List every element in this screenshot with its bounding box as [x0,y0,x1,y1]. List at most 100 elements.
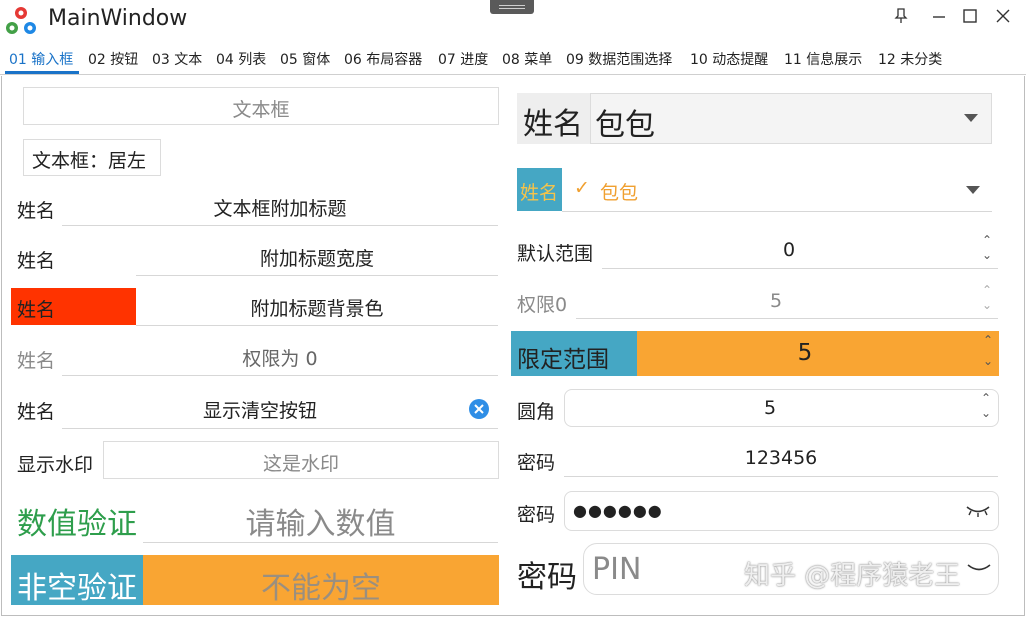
required-field[interactable]: 不能为空 [143,555,499,606]
tab-notification[interactable]: 10 动态提醒 [690,49,768,69]
required-validation-addon: 非空验证 [11,555,143,606]
rounded-spinbox[interactable]: 5 ⌃ ⌄ [564,389,999,427]
tab-menu[interactable]: 08 菜单 [502,49,552,69]
spin-down-icon[interactable]: ⌄ [981,355,995,368]
tab-range-select[interactable]: 09 数据范围选择 [566,49,672,69]
spin-down-icon[interactable]: ⌄ [979,407,993,420]
watermark-field[interactable]: 这是水印 [103,441,499,479]
minimize-button[interactable] [924,4,954,28]
spin-up-icon[interactable]: ⌃ [981,334,995,347]
clearable-field[interactable]: 显示清空按钮 [62,396,458,423]
default-range-label: 默认范围 [517,243,594,265]
field-underline [136,275,498,276]
name-label-3: 姓名 [17,299,56,321]
combo-label-1: 姓名 [523,107,583,142]
tab-uncategorized[interactable]: 12 未分类 [878,49,942,69]
name-combobox-2[interactable]: ✓ 包包 [562,168,992,211]
maximize-button[interactable] [955,4,985,28]
textbox-placeholder: 文本框 [232,99,290,121]
rounded-value: 5 [763,397,777,419]
field-underline [62,375,498,376]
drag-grip-handle[interactable] [490,0,534,14]
limit-range-value: 5 [797,340,813,366]
password-plain-field[interactable]: 123456 [564,447,998,469]
tab-text[interactable]: 03 文本 [152,49,202,69]
addon-title-field[interactable]: 文本框附加标题 [62,194,498,221]
required-validation-label: 非空验证 [17,571,137,606]
textbox-field[interactable]: 文本框 [23,87,499,125]
field-underline [136,325,498,326]
numeric-validation-label: 数值验证 [17,507,137,542]
pin-placeholder: PIN [592,552,642,587]
combo-value-2: 包包 [600,182,639,204]
permission-label: 权限0 [517,294,568,316]
watermark-placeholder: 这是水印 [262,453,339,475]
eye-closed-icon[interactable] [966,562,992,576]
chevron-down-icon [966,186,980,194]
password-masked-field[interactable]: ●●●●●● [564,491,999,531]
addon-width-field[interactable]: 附加标题宽度 [136,244,498,271]
left-aligned-text: 文本框：居左 [32,150,147,172]
password-label-1: 密码 [517,452,556,474]
chevron-down-icon [964,114,978,122]
check-icon: ✓ [574,177,590,199]
title-bar: MainWindow [0,0,1026,42]
default-range-spinbox[interactable]: 0 [602,239,976,261]
tab-bar: 01 输入框 02 按钮 03 文本 04 列表 05 窗体 06 布局容器 0… [0,42,1026,75]
password-masked-value: ●●●●●● [573,501,663,520]
name-combobox-1[interactable]: 包包 [590,93,992,144]
app-logo-icon [3,4,39,38]
watermark-label: 显示水印 [17,454,94,476]
combo-addon-1: 姓名 [517,93,591,144]
field-underline [602,268,998,269]
permission-spinbox: 5 [769,290,783,312]
overlay-watermark: 知乎 @程序猿老王 [744,561,961,591]
name-label-4: 姓名 [17,350,56,372]
field-underline [564,476,998,477]
close-icon [996,9,1010,23]
numeric-field[interactable]: 请输入数值 [143,499,498,543]
password-label-3: 密码 [517,560,577,595]
tab-button[interactable]: 02 按钮 [88,49,138,69]
field-underline [62,428,498,429]
field-underline [576,318,998,319]
maximize-icon [963,9,977,23]
addon-bg-field[interactable]: 附加标题背景色 [136,294,498,321]
limit-range-addon: 限定范围 [511,331,637,376]
combo-label-2: 姓名 [520,182,559,204]
name-label-5: 姓名 [17,401,56,423]
spin-down-icon[interactable]: ⌄ [980,249,994,262]
field-underline [62,225,498,226]
name-label-1: 姓名 [17,200,56,222]
red-addon-label: 姓名 [11,288,136,325]
eye-closed-icon[interactable] [965,504,991,518]
disabled-field: 权限为 0 [242,348,318,370]
spin-up-icon[interactable]: ⌃ [980,234,994,247]
password-label-2: 密码 [517,504,556,526]
spin-up-icon[interactable]: ⌃ [979,392,993,405]
rounded-label: 圆角 [517,401,556,423]
close-button[interactable] [988,4,1018,28]
active-tab-indicator [5,71,79,74]
window-title: MainWindow [48,6,188,31]
field-underline [562,211,992,212]
tab-window[interactable]: 05 窗体 [280,49,330,69]
combo-value-1: 包包 [595,108,655,143]
pin-button[interactable] [886,4,916,28]
clear-button-icon[interactable] [468,398,490,420]
tab-progress[interactable]: 07 进度 [438,49,488,69]
minimize-icon [933,16,945,18]
limit-range-spinbox[interactable]: 5 ⌃ ⌄ [637,331,999,376]
limit-range-label: 限定范围 [517,347,609,373]
tab-input[interactable]: 01 输入框 [9,49,73,69]
left-aligned-textbox[interactable]: 文本框：居左 [23,139,161,176]
pin-icon [894,8,908,23]
required-placeholder: 不能为空 [261,571,381,606]
tab-layout[interactable]: 06 布局容器 [344,49,422,69]
tab-info-display[interactable]: 11 信息展示 [784,49,862,69]
combo-addon-2: 姓名 [517,168,562,211]
spin-up-icon: ⌃ [981,283,993,297]
name-label-2: 姓名 [17,250,56,272]
tab-list[interactable]: 04 列表 [216,49,266,69]
field-underline [143,542,498,543]
